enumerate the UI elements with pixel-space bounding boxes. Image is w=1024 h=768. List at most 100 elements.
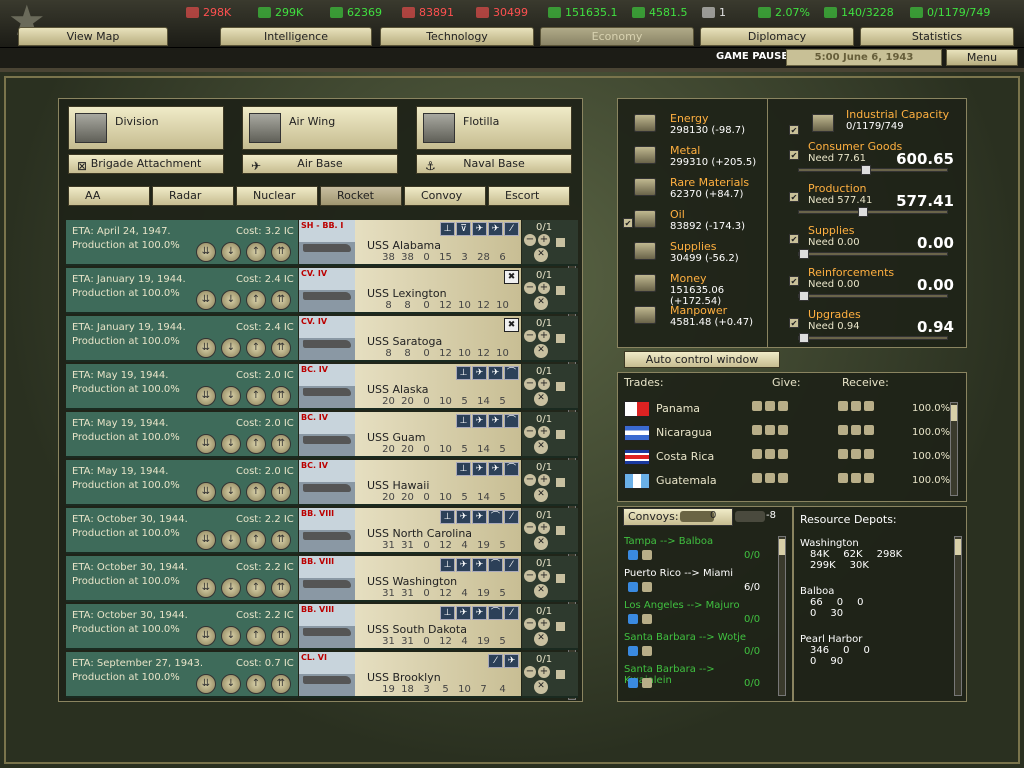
move-top-icon[interactable]: ⇈ <box>271 674 291 694</box>
move-down-icon[interactable]: ↓ <box>221 242 241 262</box>
parallel-checkbox[interactable] <box>556 286 565 295</box>
move-top-icon[interactable]: ⇈ <box>271 290 291 310</box>
trade-row[interactable]: Nicaragua 100.0% <box>624 422 954 444</box>
minus-icon[interactable]: − <box>524 570 536 582</box>
cancel-icon[interactable]: ✕ <box>534 392 548 406</box>
move-top-icon[interactable]: ⇈ <box>271 338 291 358</box>
filter-nuclear[interactable]: Nuclear <box>236 186 318 206</box>
convoys-scrollbar[interactable] <box>778 536 786 696</box>
move-top-icon[interactable]: ⇈ <box>271 434 291 454</box>
ship-card[interactable]: BC. IV USS Alaska ⊥ ✈ ✈ ⌒ 20 20 0 10 5 14 5 <box>299 364 521 410</box>
convoys-scroll-thumb[interactable] <box>779 539 785 555</box>
minus-icon[interactable]: − <box>524 618 536 630</box>
queue-row[interactable]: ETA: May 19, 1944. Production at 100.0% Co… <box>66 364 578 410</box>
convoy-row[interactable]: Los Angeles --> Majuro 0/0 <box>624 600 764 630</box>
flotilla-button[interactable]: Flotilla <box>416 106 572 150</box>
tab-intelligence[interactable]: Intelligence <box>220 27 372 46</box>
slider-knob[interactable] <box>860 165 871 175</box>
move-bottom-icon[interactable]: ⇊ <box>196 530 216 550</box>
slider-track[interactable] <box>798 249 948 259</box>
ship-card[interactable]: BB. VIII USS Washington ⊥ ✈ ✈ ⌒ ⁄ 31 31 0 12 4 19 5 <box>299 556 521 602</box>
slider-knob[interactable] <box>799 291 809 301</box>
parallel-checkbox[interactable] <box>556 334 565 343</box>
slider-lock-checkbox[interactable]: ✔ <box>789 192 799 202</box>
move-down-icon[interactable]: ↓ <box>221 434 241 454</box>
convoy-row[interactable]: Santa Barbara --> Kwajalein0/0 <box>624 664 764 694</box>
minus-icon[interactable]: − <box>524 666 536 678</box>
oil-checkbox[interactable]: ✔ <box>623 218 633 228</box>
filter-radar[interactable]: Radar <box>152 186 234 206</box>
ship-card[interactable]: CV. IV USS Saratoga ✖ 8 8 0 12 10 12 10 <box>299 316 521 362</box>
ship-card[interactable]: SH - BB. I USS Alabama ⊥ ⊽ ✈ ✈ ⁄ 38 38 0 15 3 28 6 <box>299 220 521 266</box>
move-up-icon[interactable]: ↑ <box>246 434 266 454</box>
slider-lock-checkbox[interactable]: ✔ <box>789 318 799 328</box>
minus-icon[interactable]: − <box>524 282 536 294</box>
parallel-checkbox[interactable] <box>556 382 565 391</box>
queue-row[interactable]: ETA: October 30, 1944. Production at 100.… <box>66 556 578 602</box>
plus-icon[interactable]: + <box>538 522 550 534</box>
convoy-row[interactable]: Tampa --> Balboa 0/0 <box>624 536 764 566</box>
convoy-row[interactable]: Santa Barbara --> Wotje 0/0 <box>624 632 764 662</box>
parallel-checkbox[interactable] <box>556 478 565 487</box>
parallel-checkbox[interactable] <box>556 574 565 583</box>
tab-diplomacy[interactable]: Diplomacy <box>700 27 854 46</box>
slider-track[interactable] <box>798 165 948 175</box>
cancel-icon[interactable]: ✕ <box>534 440 548 454</box>
queue-row[interactable]: ETA: May 19, 1944. Production at 100.0% Co… <box>66 460 578 506</box>
plus-icon[interactable]: + <box>538 666 550 678</box>
queue-row[interactable]: ETA: October 30, 1944. Production at 100.… <box>66 508 578 554</box>
tab-economy[interactable]: Economy <box>540 27 694 46</box>
parallel-checkbox[interactable] <box>556 670 565 679</box>
cancel-icon[interactable]: ✕ <box>534 536 548 550</box>
move-down-icon[interactable]: ↓ <box>221 338 241 358</box>
ship-card[interactable]: BC. IV USS Hawaii ⊥ ✈ ✈ ⌒ 20 20 0 10 5 14 5 <box>299 460 521 506</box>
move-bottom-icon[interactable]: ⇊ <box>196 626 216 646</box>
move-down-icon[interactable]: ↓ <box>221 530 241 550</box>
move-top-icon[interactable]: ⇈ <box>271 578 291 598</box>
move-top-icon[interactable]: ⇈ <box>271 386 291 406</box>
move-top-icon[interactable]: ⇈ <box>271 626 291 646</box>
queue-row[interactable]: ETA: September 27, 1943. Production at 10… <box>66 652 578 698</box>
cancel-icon[interactable]: ✕ <box>534 248 548 262</box>
trade-row[interactable]: Guatemala 100.0% <box>624 470 954 492</box>
plus-icon[interactable]: + <box>538 234 550 246</box>
ship-card[interactable]: BB. VIII USS South Dakota ⊥ ✈ ✈ ⌒ ⁄ 31 31 0 12 4 19 5 <box>299 604 521 650</box>
menu-button[interactable]: Menu <box>946 49 1018 66</box>
plus-icon[interactable]: + <box>538 570 550 582</box>
slider-track[interactable] <box>798 333 948 343</box>
minus-icon[interactable]: − <box>524 426 536 438</box>
move-bottom-icon[interactable]: ⇊ <box>196 338 216 358</box>
cancel-icon[interactable]: ✕ <box>534 488 548 502</box>
minus-icon[interactable]: − <box>524 522 536 534</box>
move-up-icon[interactable]: ↑ <box>246 530 266 550</box>
minus-icon[interactable]: − <box>524 378 536 390</box>
minus-icon[interactable]: − <box>524 330 536 342</box>
queue-row[interactable]: ETA: April 24, 1947. Production at 100.0%… <box>66 220 578 266</box>
cancel-icon[interactable]: ✕ <box>534 296 548 310</box>
queue-row[interactable]: ETA: January 19, 1944. Production at 100.… <box>66 316 578 362</box>
move-up-icon[interactable]: ↑ <box>246 386 266 406</box>
move-down-icon[interactable]: ↓ <box>221 290 241 310</box>
ship-card[interactable]: BB. VIII USS North Carolina ⊥ ✈ ✈ ⌒ ⁄ 31 31 0 12 4 1… <box>299 508 521 554</box>
move-bottom-icon[interactable]: ⇊ <box>196 242 216 262</box>
move-down-icon[interactable]: ↓ <box>221 674 241 694</box>
queue-row[interactable]: ETA: October 30, 1944. Production at 100.… <box>66 604 578 650</box>
plus-icon[interactable]: + <box>538 378 550 390</box>
air-wing-button[interactable]: Air Wing <box>242 106 398 150</box>
trade-row[interactable]: Costa Rica 100.0% <box>624 446 954 468</box>
move-bottom-icon[interactable]: ⇊ <box>196 674 216 694</box>
ship-card[interactable]: CV. IV USS Lexington ✖ 8 8 0 12 10 12 10 <box>299 268 521 314</box>
filter-convoy[interactable]: Convoy <box>404 186 486 206</box>
filter-escort[interactable]: Escort <box>488 186 570 206</box>
move-bottom-icon[interactable]: ⇊ <box>196 434 216 454</box>
move-up-icon[interactable]: ↑ <box>246 626 266 646</box>
minus-icon[interactable]: − <box>524 474 536 486</box>
move-up-icon[interactable]: ↑ <box>246 338 266 358</box>
depots-scrollbar[interactable] <box>954 536 962 696</box>
cancel-icon[interactable]: ✕ <box>534 584 548 598</box>
slider-knob[interactable] <box>799 249 809 259</box>
move-down-icon[interactable]: ↓ <box>221 578 241 598</box>
slider-lock-checkbox[interactable]: ✔ <box>789 234 799 244</box>
cancel-icon[interactable]: ✕ <box>534 632 548 646</box>
move-up-icon[interactable]: ↑ <box>246 674 266 694</box>
